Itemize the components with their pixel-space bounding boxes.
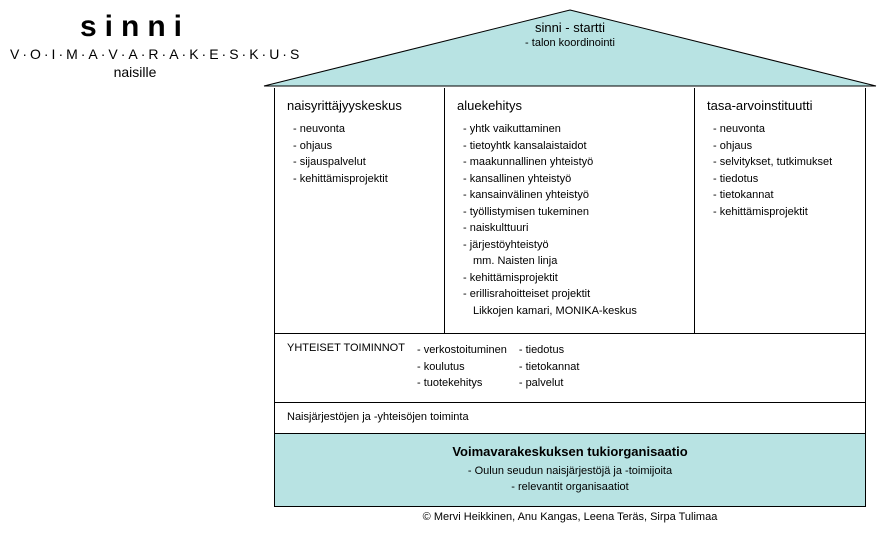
foundation-items: - Oulun seudun naisjärjestöjä ja -toimij…	[285, 463, 855, 496]
roof-title: sinni - startti	[260, 20, 880, 35]
logo-block: sinni V·O·I·M·A·V·A·R·A·K·E·S·K·U·S nais…	[10, 10, 260, 80]
bullet: - maakunnallinen yhteistyö	[463, 154, 686, 171]
bullet: - koulutus	[417, 359, 507, 376]
bullet: - tietokannat	[713, 187, 857, 204]
column-items: - neuvonta - ohjaus - selvitykset, tutki…	[707, 121, 857, 220]
columns-row: naisyrittäjyyskeskus - neuvonta - ohjaus…	[274, 88, 866, 333]
bullet: - tietokannat	[519, 359, 580, 376]
bullet: - palvelut	[519, 375, 580, 392]
bullet: - neuvonta	[293, 121, 436, 138]
copyright: © Mervi Heikkinen, Anu Kangas, Leena Ter…	[274, 511, 866, 523]
bullet: - tiedotus	[713, 171, 857, 188]
bullet: - relevantit organisaatiot	[285, 479, 855, 496]
bullet: - erillisrahoitteiset projektit	[463, 286, 686, 303]
bullet: - naiskulttuuri	[463, 220, 686, 237]
bullet: - kansallinen yhteistyö	[463, 171, 686, 188]
logo-subtitle: V·O·I·M·A·V·A·R·A·K·E·S·K·U·S	[10, 46, 260, 62]
column-items: - yhtk vaikuttaminen - tietoyhtk kansala…	[457, 121, 686, 319]
bullet: - kansainvälinen yhteistyö	[463, 187, 686, 204]
bullet: - neuvonta	[713, 121, 857, 138]
bullet: - kehittämisprojektit	[463, 270, 686, 287]
bullet: - tiedotus	[519, 342, 580, 359]
column-title: aluekehitys	[457, 98, 686, 113]
shared-functions-row: YHTEISET TOIMINNOT - verkostoituminen - …	[274, 333, 866, 402]
bullet: - tuotekehitys	[417, 375, 507, 392]
logo-title: sinni	[10, 10, 260, 44]
bullet: - Oulun seudun naisjärjestöjä ja -toimij…	[285, 463, 855, 480]
column-aluekehitys: aluekehitys - yhtk vaikuttaminen - tieto…	[445, 88, 695, 333]
column-naisyrittajyyskeskus: naisyrittäjyyskeskus - neuvonta - ohjaus…	[275, 88, 445, 333]
roof: sinni - startti - talon koordinointi	[260, 8, 880, 88]
bullet: - työllistymisen tukeminen	[463, 204, 686, 221]
shared-col-a: - verkostoituminen - koulutus - tuotekeh…	[417, 342, 507, 392]
logo-subtitle2: naisille	[10, 64, 260, 80]
bullet: - kehittämisprojektit	[713, 204, 857, 221]
org-activity-row: Naisjärjestöjen ja -yhteisöjen toiminta	[274, 402, 866, 433]
bullet: - ohjaus	[713, 138, 857, 155]
column-items: - neuvonta - ohjaus - sijauspalvelut - k…	[287, 121, 436, 187]
bullet: - kehittämisprojektit	[293, 171, 436, 188]
shared-col-b: - tiedotus - tietokannat - palvelut	[519, 342, 580, 392]
bullet: - verkostoituminen	[417, 342, 507, 359]
bullet-sub: Likkojen kamari, MONIKA-keskus	[463, 303, 686, 320]
bullet: - ohjaus	[293, 138, 436, 155]
house-diagram: sinni - startti - talon koordinointi nai…	[260, 8, 880, 523]
column-title: tasa-arvoinstituutti	[707, 98, 857, 113]
roof-text: sinni - startti - talon koordinointi	[260, 20, 880, 49]
column-tasa-arvoinstituutti: tasa-arvoinstituutti - neuvonta - ohjaus…	[695, 88, 865, 333]
bullet: - yhtk vaikuttaminen	[463, 121, 686, 138]
roof-item: - talon koordinointi	[260, 37, 880, 49]
bullet: - sijauspalvelut	[293, 154, 436, 171]
bullet: - tietoyhtk kansalaistaidot	[463, 138, 686, 155]
bullet: - järjestöyhteistyö	[463, 237, 686, 254]
org-activity-text: Naisjärjestöjen ja -yhteisöjen toiminta	[287, 411, 469, 423]
bullet-sub: mm. Naisten linja	[463, 253, 686, 270]
foundation-row: Voimavarakeskuksen tukiorganisaatio - Ou…	[274, 433, 866, 507]
foundation-title: Voimavarakeskuksen tukiorganisaatio	[285, 444, 855, 459]
shared-label: YHTEISET TOIMINNOT	[287, 342, 405, 354]
bullet: - selvitykset, tutkimukset	[713, 154, 857, 171]
column-title: naisyrittäjyyskeskus	[287, 98, 436, 113]
